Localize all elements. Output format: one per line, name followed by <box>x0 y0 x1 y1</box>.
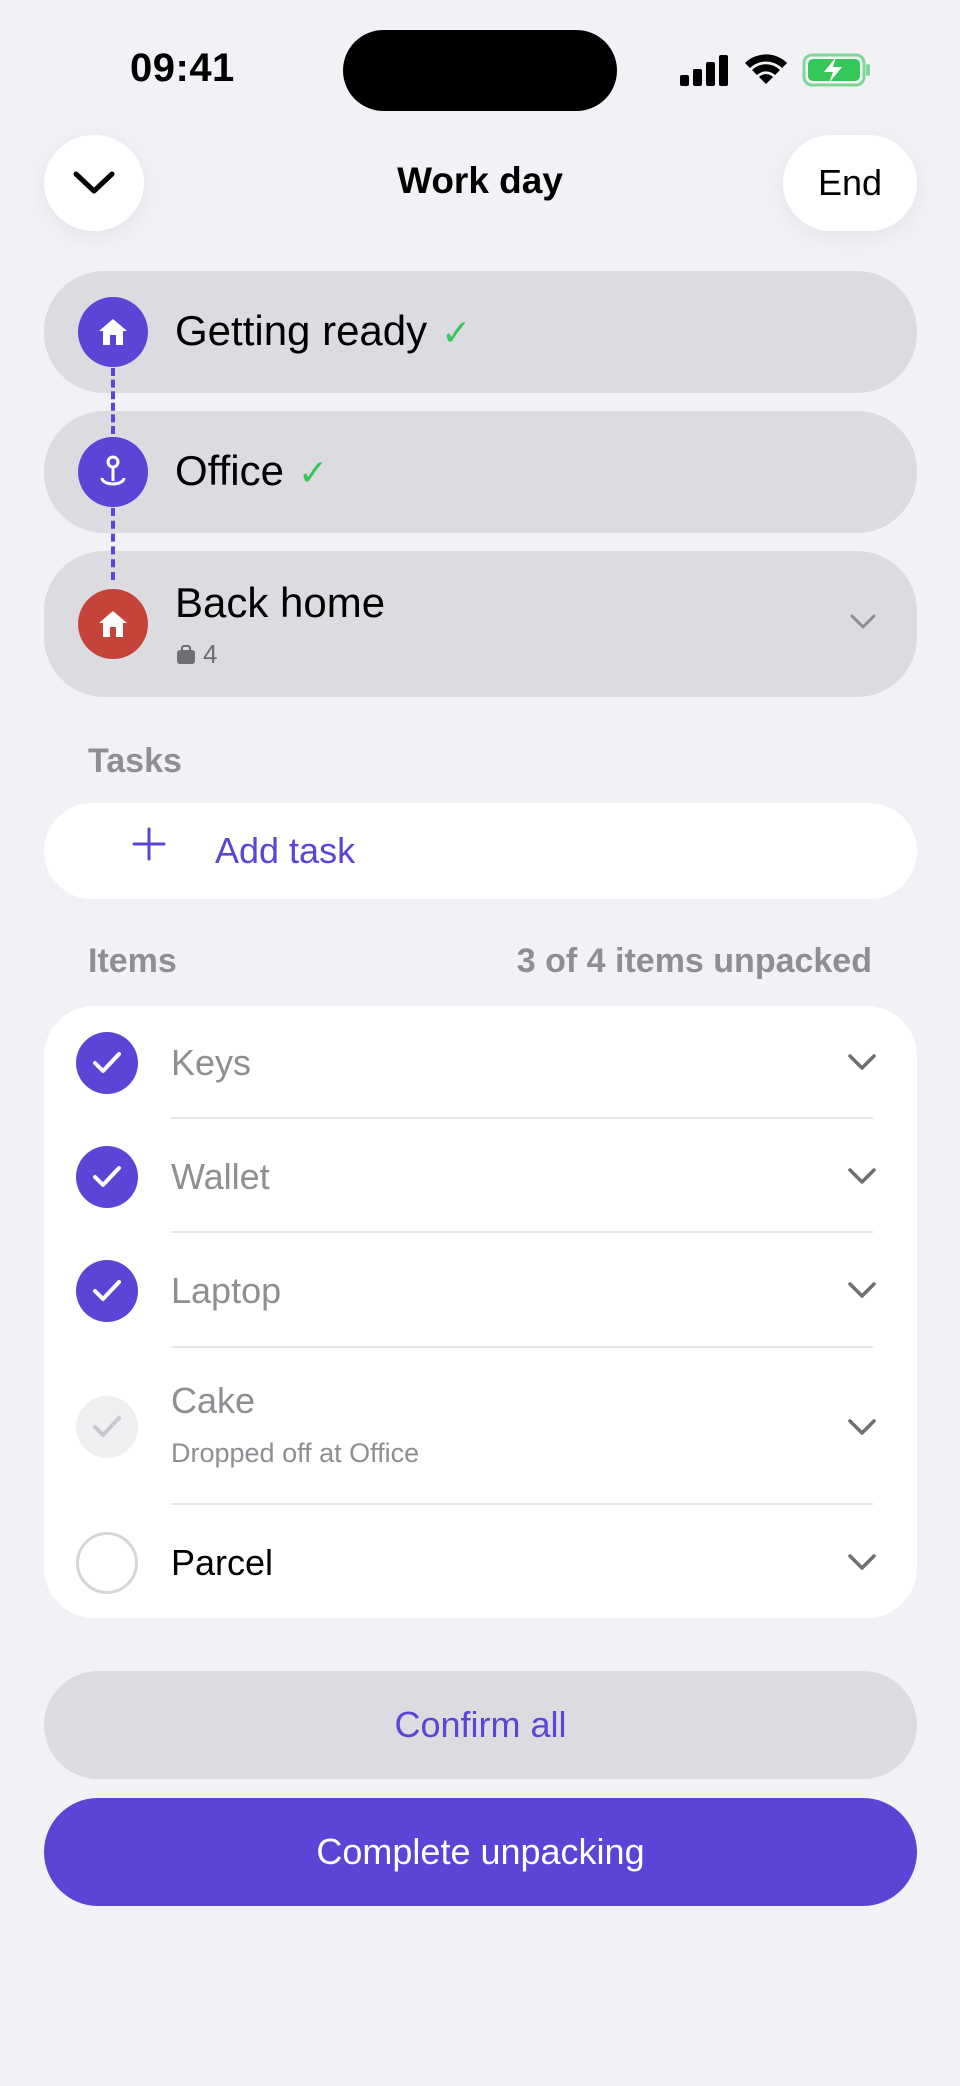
stop-back-home[interactable]: Back home 4 <box>44 551 917 697</box>
item-name: Laptop <box>171 1270 282 1311</box>
chevron-down-icon[interactable] <box>847 1280 877 1300</box>
chevron-down-icon <box>850 614 876 629</box>
chevron-down-icon[interactable] <box>847 1166 877 1186</box>
list-item-cake[interactable]: Cake Dropped off at Office <box>44 1348 917 1505</box>
wifi-icon <box>745 54 787 84</box>
list-item-wallet[interactable]: Wallet <box>44 1119 917 1233</box>
item-checkbox[interactable] <box>76 1260 138 1322</box>
chevron-down-icon[interactable] <box>847 1052 877 1072</box>
add-task-label: Add task <box>215 830 356 871</box>
done-check-icon: ✓ <box>297 452 329 493</box>
route-connector <box>111 368 115 434</box>
stop-office[interactable]: Office ✓ <box>44 411 917 533</box>
plus-icon <box>132 827 166 861</box>
chevron-down-icon[interactable] <box>847 1417 877 1437</box>
item-checkbox[interactable] <box>76 1532 138 1594</box>
done-check-icon: ✓ <box>441 312 472 353</box>
stop-name: Back home <box>175 579 386 626</box>
item-name: Keys <box>171 1042 252 1083</box>
checkmark-icon <box>93 1280 121 1301</box>
item-name: Parcel <box>171 1542 274 1583</box>
item-checkbox[interactable] <box>76 1032 138 1094</box>
item-name: Wallet <box>171 1156 270 1197</box>
complete-unpacking-button[interactable]: Complete unpacking <box>44 1798 917 1906</box>
add-task-button[interactable]: Add task <box>44 803 917 899</box>
cellular-signal-icon <box>680 55 728 86</box>
chevron-down-icon[interactable] <box>847 1552 877 1572</box>
item-name: Cake <box>171 1380 256 1421</box>
end-button[interactable]: End <box>783 135 917 231</box>
item-count: 4 <box>203 639 218 669</box>
house-icon <box>78 589 148 659</box>
item-checkbox[interactable] <box>76 1396 138 1458</box>
item-checkbox[interactable] <box>76 1146 138 1208</box>
list-item-keys[interactable]: Keys <box>44 1006 917 1119</box>
checkmark-icon <box>93 1052 121 1073</box>
confirm-all-button[interactable]: Confirm all <box>44 1671 917 1779</box>
items-section-label: Items <box>88 942 177 980</box>
route-connector <box>111 508 115 580</box>
stop-name: Office <box>175 447 284 494</box>
location-pin-icon <box>78 437 148 507</box>
battery-charging-icon <box>802 53 870 87</box>
list-item-laptop[interactable]: Laptop <box>44 1233 917 1348</box>
checkmark-icon <box>93 1166 121 1187</box>
status-icons <box>680 52 872 88</box>
items-summary: 3 of 4 items unpacked <box>516 942 872 980</box>
stop-getting-ready[interactable]: Getting ready ✓ <box>44 271 917 393</box>
house-icon <box>78 297 148 367</box>
tasks-section-label: Tasks <box>88 742 182 780</box>
list-item-parcel[interactable]: Parcel <box>44 1505 917 1618</box>
stop-name: Getting ready <box>175 307 428 354</box>
item-note: Dropped off at Office <box>171 1438 420 1468</box>
checkmark-icon <box>93 1416 121 1437</box>
status-time: 09:41 <box>130 46 235 90</box>
dynamic-island <box>343 30 617 111</box>
bag-icon <box>177 644 195 664</box>
items-list: Keys Wallet Laptop Cake Dropped off at O… <box>44 1006 917 1618</box>
